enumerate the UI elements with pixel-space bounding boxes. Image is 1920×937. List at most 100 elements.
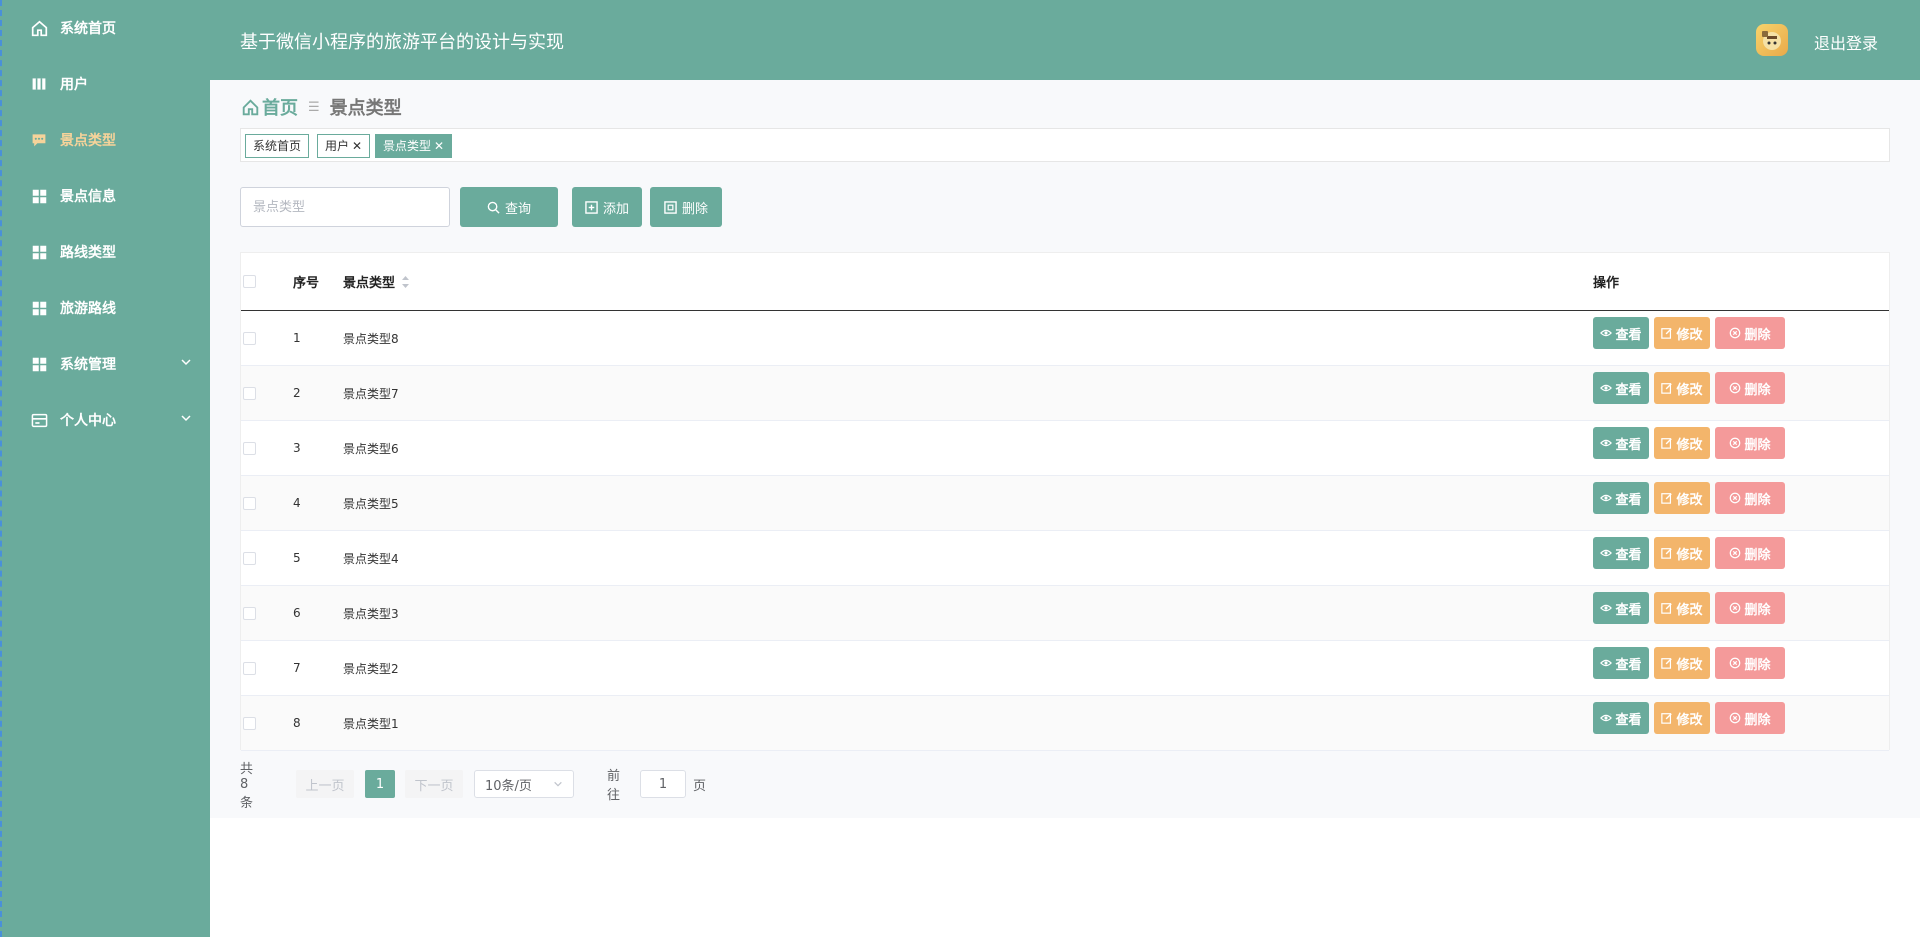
tag-users[interactable]: 用户 ✕: [317, 134, 371, 158]
chevron-down-icon: [180, 356, 192, 372]
edit-label: 修改: [1676, 492, 1703, 508]
delete-label: 删除: [1744, 382, 1771, 398]
edit-button[interactable]: 修改: [1654, 647, 1710, 679]
close-icon[interactable]: ✕: [352, 135, 362, 157]
row-checkbox[interactable]: [243, 496, 256, 510]
sidebar: 系统首页 用户 景点类型 景点信息 路线类型 旅游路线 系统管理 个人中心: [0, 0, 210, 937]
delete-label: 删除: [1744, 437, 1771, 453]
edit-label: 修改: [1676, 382, 1703, 398]
goto-label: 前往: [607, 769, 621, 803]
goto-page-input[interactable]: 1: [640, 770, 686, 798]
delete-button[interactable]: 删除: [1715, 537, 1785, 569]
sidebar-item-label: 系统首页: [60, 21, 116, 37]
edit-button[interactable]: 修改: [1654, 702, 1710, 734]
grid-icon: [30, 243, 48, 261]
logout-button[interactable]: 退出登录: [1814, 30, 1878, 54]
add-button-label: 添加: [602, 201, 629, 217]
edit-icon: [1661, 437, 1673, 449]
view-button[interactable]: 查看: [1593, 592, 1649, 624]
close-circle-icon: [1729, 712, 1741, 724]
close-circle-icon: [1729, 547, 1741, 559]
row-index: 6: [293, 606, 301, 620]
view-button[interactable]: 查看: [1593, 647, 1649, 679]
sidebar-item-users[interactable]: 用户: [30, 72, 200, 96]
table-row: 7 景点类型2 查看 修改 删除: [241, 641, 1889, 696]
tag-scenic-type[interactable]: 景点类型 ✕: [375, 134, 453, 158]
edit-icon: [1661, 327, 1673, 339]
edit-button[interactable]: 修改: [1654, 592, 1710, 624]
edit-button[interactable]: 修改: [1654, 482, 1710, 514]
delete-button[interactable]: 删除: [1715, 647, 1785, 679]
sidebar-item-scenic-type[interactable]: 景点类型: [30, 128, 200, 152]
view-button[interactable]: 查看: [1593, 372, 1649, 404]
eye-icon: [1600, 603, 1613, 613]
tag-label: 系统首页: [253, 139, 302, 153]
page-size-select[interactable]: 10条/页: [474, 770, 574, 798]
edit-button[interactable]: 修改: [1654, 372, 1710, 404]
view-button[interactable]: 查看: [1593, 537, 1649, 569]
breadcrumb: 首页 ☰ 景点类型: [242, 94, 402, 120]
grid-icon: [30, 187, 48, 205]
row-checkbox[interactable]: [243, 386, 256, 400]
query-button[interactable]: 查询: [460, 187, 558, 227]
home-icon: [242, 98, 259, 116]
table-header: 序号 景点类型 操作: [241, 253, 1889, 311]
sidebar-item-route-type[interactable]: 路线类型: [30, 240, 200, 264]
sidebar-item-travel-route[interactable]: 旅游路线: [30, 296, 200, 320]
page-number-current[interactable]: 1: [365, 770, 395, 798]
view-label: 查看: [1615, 712, 1642, 728]
delete-button[interactable]: 删除: [1715, 317, 1785, 349]
row-checkbox[interactable]: [243, 331, 256, 345]
view-label: 查看: [1615, 382, 1642, 398]
header-scenic-type[interactable]: 景点类型: [343, 253, 410, 310]
add-button[interactable]: 添加: [572, 187, 642, 227]
search-input[interactable]: [240, 187, 450, 227]
chevron-down-icon: [553, 779, 563, 789]
sidebar-item-personal-center[interactable]: 个人中心: [30, 408, 200, 432]
eye-icon: [1600, 438, 1613, 448]
avatar[interactable]: [1756, 24, 1788, 56]
edit-icon: [1661, 657, 1673, 669]
row-checkbox[interactable]: [243, 441, 256, 455]
prev-page-button[interactable]: 上一页: [296, 770, 354, 798]
delete-button[interactable]: 删除: [1715, 427, 1785, 459]
row-scenic-type: 景点类型2: [343, 661, 399, 676]
sidebar-item-system-manage[interactable]: 系统管理: [30, 352, 200, 376]
sidebar-item-home[interactable]: 系统首页: [30, 16, 200, 40]
batch-delete-button[interactable]: 删除: [650, 187, 722, 227]
eye-icon: [1600, 713, 1613, 723]
row-index: 4: [293, 496, 301, 510]
sidebar-item-label: 路线类型: [60, 245, 116, 261]
breadcrumb-home[interactable]: 首页: [262, 94, 298, 120]
grid-icon: [30, 355, 48, 373]
select-all-checkbox[interactable]: [243, 275, 256, 288]
row-checkbox[interactable]: [243, 661, 256, 675]
edit-label: 修改: [1676, 657, 1703, 673]
delete-button[interactable]: 删除: [1715, 592, 1785, 624]
view-button[interactable]: 查看: [1593, 482, 1649, 514]
data-table: 序号 景点类型 操作 1 景点类型8 查看 修改 删除 2 景点类型7 查看 修…: [240, 252, 1890, 751]
delete-button[interactable]: 删除: [1715, 482, 1785, 514]
edit-button[interactable]: 修改: [1654, 537, 1710, 569]
edit-button[interactable]: 修改: [1654, 317, 1710, 349]
view-button[interactable]: 查看: [1593, 317, 1649, 349]
delete-button[interactable]: 删除: [1715, 702, 1785, 734]
table-row: 8 景点类型1 查看 修改 删除: [241, 696, 1889, 751]
delete-button[interactable]: 删除: [1715, 372, 1785, 404]
row-checkbox[interactable]: [243, 606, 256, 620]
tag-label: 用户: [325, 139, 350, 153]
sidebar-item-scenic-info[interactable]: 景点信息: [30, 184, 200, 208]
tag-home[interactable]: 系统首页: [245, 134, 310, 158]
view-button[interactable]: 查看: [1593, 427, 1649, 459]
query-button-label: 查询: [504, 201, 531, 217]
view-button[interactable]: 查看: [1593, 702, 1649, 734]
row-checkbox[interactable]: [243, 716, 256, 730]
sort-icon[interactable]: [401, 275, 410, 289]
close-circle-icon: [1729, 657, 1741, 669]
edit-button[interactable]: 修改: [1654, 427, 1710, 459]
sidebar-item-label: 旅游路线: [60, 301, 116, 317]
next-page-button[interactable]: 下一页: [405, 770, 463, 798]
row-checkbox[interactable]: [243, 551, 256, 565]
close-icon[interactable]: ✕: [434, 135, 444, 157]
delete-label: 删除: [1744, 327, 1771, 343]
